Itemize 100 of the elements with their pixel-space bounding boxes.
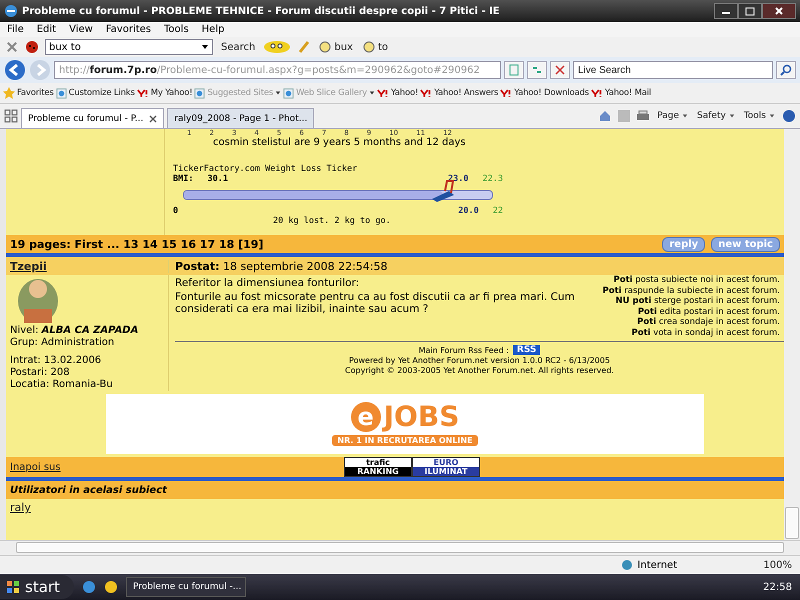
ladybug-icon[interactable]: [25, 40, 39, 54]
refresh-button[interactable]: [527, 61, 547, 79]
permission-text: Poti crea sondaje in acest forum.: [637, 317, 780, 328]
horizontal-scrollbar[interactable]: [0, 540, 800, 555]
permission-text: Poti raspunde la subiecte in acest forum.: [602, 286, 780, 296]
star-icon: [3, 87, 15, 99]
favorites-button[interactable]: Favorites: [2, 87, 55, 99]
member-group: Grup: Administration: [10, 337, 168, 349]
permission-text: Poti edita postari in acest forum.: [638, 306, 780, 317]
clock: 22:58: [763, 582, 793, 592]
favorite-link[interactable]: Yahoo!: [376, 88, 420, 98]
ad-tagline: NR. 1 IN RECRUTAREA ONLINE: [332, 435, 478, 446]
command-menu-button[interactable]: Safety: [695, 111, 737, 121]
web-page-icon: [283, 88, 294, 98]
user-link[interactable]: raly: [10, 501, 31, 514]
browser-tab[interactable]: raly09_2008 - Page 1 - Phot...: [167, 108, 314, 128]
back-to-top-link[interactable]: Inapoi sus: [10, 462, 61, 472]
quick-tabs-icon[interactable]: [4, 109, 18, 123]
member-location: Locatia: Romania-Bu: [10, 379, 114, 391]
restore-icon: [745, 6, 755, 16]
bmi-goal-value: 22.3: [482, 174, 503, 184]
post-date: Postat: 18 septembrie 2008 22:54:58: [175, 260, 388, 272]
logo-text: JOBS: [384, 402, 460, 432]
permission-text: NU poti sterge postari in acest forum.: [616, 296, 780, 306]
taskbar-button[interactable]: Probleme cu forumul -...: [126, 577, 246, 597]
caret-icon: [769, 113, 775, 119]
copyright-text: Copyright © 2003-2005 Yet Another Forum.net. All rights reserved.: [345, 366, 614, 375]
site-badge[interactable]: EURO ILUMINAT: [412, 457, 480, 477]
menu-item[interactable]: Tools: [164, 24, 189, 35]
weight-summary: 20 kg lost. 2 kg to go.: [272, 216, 392, 226]
close-icon: [774, 6, 784, 16]
site-badge[interactable]: trafic RANKING: [344, 457, 412, 477]
windows-logo-icon: [6, 580, 20, 594]
member-joined: Intrat: 13.02.2006: [10, 355, 102, 367]
caret-icon: [368, 90, 375, 96]
rss-button[interactable]: RSS: [512, 345, 540, 355]
page-icon: [508, 64, 520, 76]
search-term-button[interactable]: to: [360, 41, 390, 53]
ticker-title: TickerFactory.com Weight Loss Ticker: [173, 164, 358, 174]
member-level: Nivel: ALBA CA ZAPADA: [10, 325, 140, 337]
vertical-scrollbar[interactable]: [784, 129, 800, 540]
search-button[interactable]: [776, 61, 796, 79]
command-menu-button[interactable]: Page: [655, 111, 690, 121]
menu-item[interactable]: View: [69, 24, 93, 35]
zoom-button[interactable]: 100%: [761, 560, 794, 570]
favorite-link[interactable]: Yahoo! Answers: [419, 88, 500, 98]
globe-icon: [621, 559, 634, 571]
bmi-label: BMI:: [173, 174, 194, 184]
stop-button[interactable]: [550, 61, 570, 79]
yahoo-icon: [136, 88, 149, 98]
search-icon: [780, 64, 792, 76]
favorite-link[interactable]: Yahoo! Mail: [590, 88, 652, 98]
web-page-icon: [194, 88, 206, 98]
favorite-link[interactable]: Yahoo! Downloads: [499, 88, 590, 98]
start-button[interactable]: start: [0, 575, 74, 599]
print-icon[interactable]: [636, 109, 650, 123]
live-search-field[interactable]: Live Search: [573, 61, 773, 79]
command-menu-button[interactable]: Tools: [742, 111, 777, 121]
goal-kg-value: 22: [492, 206, 503, 216]
compatibility-button[interactable]: [504, 61, 524, 79]
pager-text: 19 pages: First ... 13 14 15 16 17 18 [19]: [10, 238, 264, 250]
search-field[interactable]: bux to: [45, 39, 213, 55]
home-icon[interactable]: [598, 109, 612, 123]
yahoo-icon: [376, 88, 389, 98]
favorite-link[interactable]: Customize Links: [54, 88, 136, 98]
web-page-icon: [56, 88, 67, 98]
age-ticker-text: cosmin stelistul are 9 years 5 months and 12 days: [212, 137, 467, 148]
permission-text: Poti posta subiecte noi in acest forum.: [614, 275, 780, 286]
yahoo-icon: [500, 88, 512, 98]
member-posts: Postari: 208: [10, 367, 71, 379]
close-icon[interactable]: [5, 40, 19, 54]
message-text: Fonturile au fost micsorate pentru ca au fost discutii ca ar fi prea mari. Cum considerati ca era mai lizibil, inainte sau acum ?: [175, 291, 576, 315]
caret-icon: [275, 90, 282, 96]
minimize-button[interactable]: [714, 3, 738, 19]
restore-button[interactable]: [738, 3, 762, 19]
caret-icon: [682, 113, 688, 119]
browser-tab[interactable]: Probleme cu forumul - P...: [21, 108, 164, 128]
search-button[interactable]: Search: [219, 42, 258, 52]
close-icon[interactable]: [149, 114, 158, 122]
start-kg-value: 0: [173, 206, 178, 216]
search-term-button[interactable]: bux: [317, 41, 355, 53]
logo-mark: e: [350, 402, 381, 432]
favorite-link[interactable]: My Yahoo!: [136, 88, 194, 98]
menu-item[interactable]: Favorites: [106, 24, 152, 35]
rss-label: Main Forum Rss Feed :: [418, 346, 509, 354]
menu-item[interactable]: Edit: [36, 24, 56, 35]
caret-icon: [728, 113, 735, 119]
back-button[interactable]: [4, 59, 26, 81]
address-field[interactable]: http://forum.7p.ro/Probleme-cu-forumul.aspx?g=posts&m=290962&goto#290962: [54, 61, 501, 79]
caret-icon: [201, 43, 209, 51]
menu-item[interactable]: Help: [202, 24, 224, 35]
close-button[interactable]: [762, 3, 796, 19]
message-text: Referitor la dimensiunea fonturilor:: [175, 277, 360, 289]
window-title: Probleme cu forumul - PROBLEME TEHNICE - Forum discutii despre copii - 7 Pitici - IE: [22, 6, 501, 16]
author-link[interactable]: Tzepii: [10, 260, 47, 272]
powered-by-text: Powered by Yet Another Forum.net version 1.0.0 RC2 - 6/13/2005: [349, 356, 610, 365]
section-title: Utilizatori in acelasi subiect: [10, 484, 167, 496]
current-kg-value: 20.0: [458, 206, 479, 216]
menu-item[interactable]: File: [7, 24, 24, 35]
yahoo-icon: [420, 88, 432, 98]
